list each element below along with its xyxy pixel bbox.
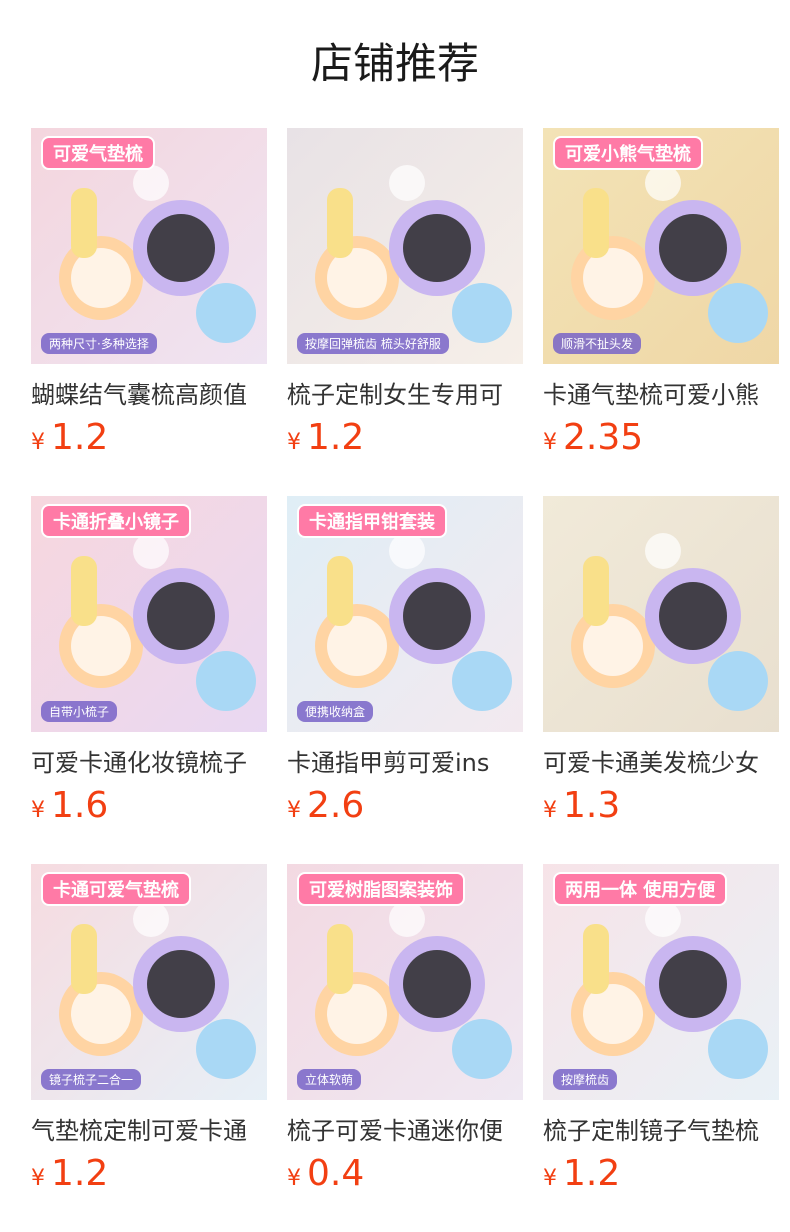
product-card[interactable]: 两用一体 使用方便按摩梳齿梳子定制镜子气垫梳 ¥1.2: [543, 864, 779, 1232]
product-name[interactable]: 梳子定制镜子气垫梳: [543, 1114, 779, 1148]
product-image[interactable]: 卡通指甲钳套装便携收纳盒: [287, 496, 523, 732]
image-subcaption: 镜子梳子二合一: [41, 1069, 142, 1090]
product-name[interactable]: 梳子可爱卡通迷你便: [287, 1114, 523, 1148]
image-caption-badge: 卡通指甲钳套装: [297, 504, 447, 538]
currency-symbol: ¥: [287, 430, 301, 455]
price-value: 0.4: [307, 1153, 365, 1194]
currency-symbol: ¥: [287, 798, 301, 823]
product-card[interactable]: 卡通指甲钳套装便携收纳盒卡通指甲剪可爱ins ¥2.6: [287, 496, 523, 864]
image-subcaption: 自带小梳子: [41, 701, 118, 722]
product-image[interactable]: 可爱树脂图案装饰立体软萌: [287, 864, 523, 1100]
image-subcaption: 便携收纳盒: [297, 701, 374, 722]
product-grid: 可爱气垫梳 两种尺寸·多种选择 蝴蝶结气囊梳高颜值 ¥1.2 按摩回弹梳齿 梳头好舒服梳…: [31, 128, 779, 1232]
product-card[interactable]: 卡通折叠小镜子自带小梳子可爱卡通化妆镜梳子 ¥1.6: [31, 496, 267, 864]
product-price: ¥1.2: [31, 416, 108, 466]
product-image[interactable]: 按摩回弹梳齿 梳头好舒服: [287, 128, 523, 364]
currency-symbol: ¥: [543, 798, 557, 823]
product-name[interactable]: 可爱卡通美发梳少女: [543, 746, 779, 780]
price-value: 1.2: [563, 1153, 621, 1194]
currency-symbol: ¥: [31, 1166, 45, 1191]
product-name[interactable]: 气垫梳定制可爱卡通: [31, 1114, 267, 1148]
image-caption-badge: 卡通可爱气垫梳: [41, 872, 191, 906]
image-subcaption: 按摩梳齿: [553, 1069, 618, 1090]
product-price: ¥1.3: [543, 784, 620, 834]
currency-symbol: ¥: [543, 1166, 557, 1191]
product-name[interactable]: 卡通气垫梳可爱小熊: [543, 378, 779, 412]
image-caption-badge: 可爱树脂图案装饰: [297, 872, 465, 906]
price-value: 1.3: [563, 785, 621, 826]
page-title: 店铺推荐: [310, 39, 479, 88]
product-price: ¥2.35: [543, 416, 643, 466]
price-value: 1.2: [51, 1153, 109, 1194]
image-caption-badge: 可爱小熊气垫梳: [553, 136, 703, 170]
image-subcaption: 按摩回弹梳齿 梳头好舒服: [297, 333, 449, 354]
product-card[interactable]: 可爱小熊气垫梳顺滑不扯头发卡通气垫梳可爱小熊 ¥2.35: [543, 128, 779, 496]
product-name[interactable]: 卡通指甲剪可爱ins: [287, 746, 523, 780]
image-subcaption: 立体软萌: [297, 1069, 362, 1090]
product-card[interactable]: 可爱树脂图案装饰立体软萌梳子可爱卡通迷你便 ¥0.4: [287, 864, 523, 1232]
image-caption-badge: 两用一体 使用方便: [553, 872, 728, 906]
image-caption-badge: 可爱气垫梳: [41, 136, 155, 170]
currency-symbol: ¥: [287, 1166, 301, 1191]
currency-symbol: ¥: [543, 430, 557, 455]
product-card[interactable]: 卡通可爱气垫梳镜子梳子二合一气垫梳定制可爱卡通 ¥1.2: [31, 864, 267, 1232]
product-name[interactable]: 可爱卡通化妆镜梳子: [31, 746, 267, 780]
product-card[interactable]: 按摩回弹梳齿 梳头好舒服梳子定制女生专用可 ¥1.2: [287, 128, 523, 496]
product-photo-illustration: [287, 128, 523, 364]
product-photo-illustration: [543, 496, 779, 732]
image-subcaption: 两种尺寸·多种选择: [41, 333, 157, 354]
product-card[interactable]: 可爱卡通美发梳少女 ¥1.3: [543, 496, 779, 864]
product-price: ¥1.2: [543, 1152, 620, 1202]
price-value: 1.2: [307, 417, 365, 458]
price-value: 2.35: [563, 417, 644, 458]
price-value: 1.6: [51, 785, 109, 826]
currency-symbol: ¥: [31, 430, 45, 455]
currency-symbol: ¥: [31, 798, 45, 823]
product-image[interactable]: 可爱小熊气垫梳顺滑不扯头发: [543, 128, 779, 364]
product-image[interactable]: 两用一体 使用方便按摩梳齿: [543, 864, 779, 1100]
product-name[interactable]: 蝴蝶结气囊梳高颜值: [31, 378, 267, 412]
image-subcaption: 顺滑不扯头发: [553, 333, 642, 354]
product-price: ¥2.6: [287, 784, 364, 834]
product-price: ¥1.6: [31, 784, 108, 834]
shop-recommend-page: 店铺推荐 可爱气垫梳 两种尺寸·多种选择 蝴蝶结气囊梳高颜值 ¥1.2 按摩回弹梳齿 梳…: [0, 0, 790, 1232]
product-card[interactable]: 可爱气垫梳两种尺寸·多种选择蝴蝶结气囊梳高颜值 ¥1.2: [31, 128, 267, 496]
product-image[interactable]: 卡通可爱气垫梳镜子梳子二合一: [31, 864, 267, 1100]
product-image[interactable]: 卡通折叠小镜子自带小梳子: [31, 496, 267, 732]
product-image[interactable]: 可爱气垫梳两种尺寸·多种选择: [31, 128, 267, 364]
image-caption-badge: 卡通折叠小镜子: [41, 504, 191, 538]
product-image[interactable]: [543, 496, 779, 732]
product-price: ¥0.4: [287, 1152, 364, 1202]
price-value: 1.2: [51, 417, 109, 458]
product-price: ¥1.2: [287, 416, 364, 466]
price-value: 2.6: [307, 785, 365, 826]
product-price: ¥1.2: [31, 1152, 108, 1202]
product-name[interactable]: 梳子定制女生专用可: [287, 378, 523, 412]
